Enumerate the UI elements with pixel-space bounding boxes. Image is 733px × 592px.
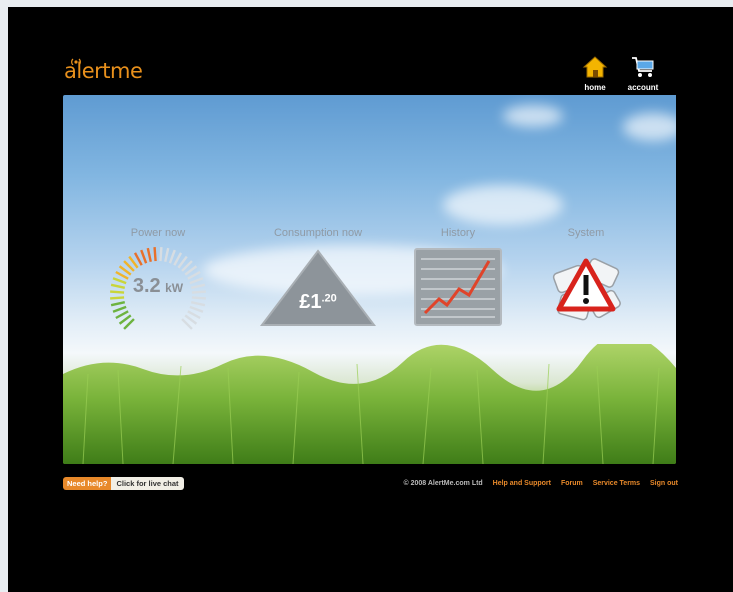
gauge-tick [112, 305, 127, 313]
power-unit: kW [165, 281, 184, 295]
power-panel[interactable]: Power now 3.2 kW [103, 227, 213, 337]
help-support-link[interactable]: Help and Support [493, 480, 551, 487]
gauge-tick [173, 252, 183, 266]
cloud [503, 105, 563, 127]
nav-account[interactable]: account [618, 55, 668, 92]
grass-field [63, 344, 676, 464]
forum-link[interactable]: Forum [561, 480, 583, 487]
home-icon [582, 56, 608, 78]
gauge-tick [189, 305, 204, 313]
gauge-tick [146, 247, 152, 263]
footer-links: © 2008 AlertMe.com Ltd Help and Support … [396, 480, 679, 487]
history-chart-icon [414, 248, 502, 326]
cloud [623, 113, 676, 141]
triangle-icon [259, 249, 377, 326]
gauge-tick [153, 247, 157, 262]
gauge-tick [187, 310, 201, 320]
alertme-logo[interactable]: alertme [64, 58, 143, 83]
consumption-title: Consumption now [273, 227, 363, 239]
consumption-value: £1 [299, 291, 322, 313]
warning-icon [552, 258, 621, 321]
power-gauge: 3.2 kW [103, 247, 213, 337]
gauge-tick [133, 252, 143, 266]
gauge-tick [159, 247, 163, 262]
consumption-panel[interactable]: Consumption now £1.20 [258, 227, 378, 329]
cloud [443, 185, 563, 225]
dashboard-stage: Power now 3.2 kW Consumption now £1.20 H… [63, 95, 676, 464]
nav-home[interactable]: home [570, 55, 620, 92]
need-help-label: Need help? [63, 477, 112, 490]
sign-out-link[interactable]: Sign out [650, 480, 678, 487]
app-window: alertme home account Power now 3.2 kW Co… [8, 7, 733, 592]
system-title: System [567, 227, 605, 239]
nav-account-label: account [627, 83, 659, 92]
consumption-pence: .20 [321, 292, 337, 305]
gauge-tick [140, 249, 148, 264]
power-value: 3.2 [132, 275, 161, 297]
consumption-box: £1.20 [258, 247, 378, 329]
history-title: History [440, 227, 476, 239]
power-title: Power now [130, 227, 186, 239]
gauge-tick [190, 301, 206, 307]
history-panel[interactable]: History [413, 227, 503, 332]
signal-icon [71, 58, 81, 65]
copyright: © 2008 AlertMe.com Ltd [403, 480, 483, 487]
gauge-tick [168, 249, 176, 264]
live-chat-button[interactable]: Need help? Click for live chat [63, 477, 184, 490]
nav-home-label: home [584, 83, 606, 92]
cart-icon [632, 57, 654, 77]
live-chat-label: Click for live chat [111, 477, 184, 490]
gauge-tick [164, 247, 170, 263]
footer: Need help? Click for live chat © 2008 Al… [63, 477, 678, 491]
gauge-tick [110, 301, 126, 307]
service-terms-link[interactable]: Service Terms [593, 480, 640, 487]
gauge-tick [115, 310, 129, 320]
system-panel[interactable]: System [541, 227, 631, 334]
